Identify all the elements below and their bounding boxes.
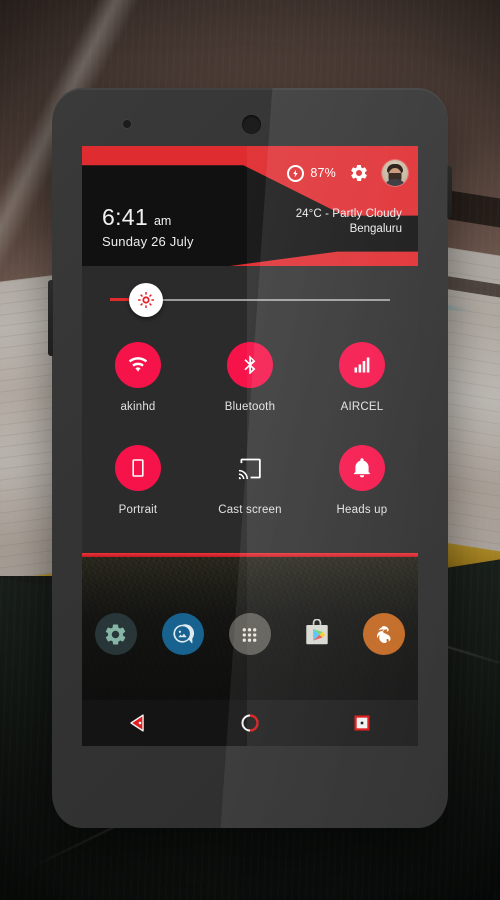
dock-play-bg — [296, 613, 338, 655]
tile-signal-label: AIRCEL — [340, 401, 384, 413]
home-dock — [82, 592, 418, 676]
dock-item-play-store[interactable] — [284, 613, 351, 655]
cell-signal-icon — [354, 357, 370, 373]
play-store-icon — [306, 619, 328, 645]
dock-drawer-bg — [228, 613, 271, 655]
dock-item-settings[interactable] — [82, 613, 149, 655]
weather-widget[interactable]: 24°C - Partly Cloudy Bengaluru — [296, 208, 402, 235]
shade-handle-bar[interactable] — [82, 553, 418, 557]
tile-bluetooth-circle — [226, 342, 273, 388]
tile-cast-label: Cast screen — [218, 504, 282, 516]
dock-item-app-drawer[interactable] — [216, 613, 283, 655]
status-row: 87% — [287, 160, 408, 186]
tile-headsup-label: Heads up — [336, 504, 388, 516]
tile-cast[interactable]: Cast screen — [194, 435, 306, 516]
clock-ampm-label: am — [153, 214, 172, 228]
bluetooth-icon — [244, 355, 256, 374]
tile-bluetooth[interactable]: Bluetooth — [194, 332, 306, 413]
tile-wifi[interactable]: akinhd — [82, 332, 194, 413]
uc-browser-icon — [376, 625, 391, 643]
tile-signal-circle — [338, 342, 385, 388]
tile-wifi-label: akinhd — [120, 401, 156, 413]
battery-percent-label: 87% — [310, 166, 336, 180]
power-button[interactable] — [447, 166, 452, 218]
earpiece-speaker-icon — [242, 115, 261, 134]
dock-gallery-bg — [161, 613, 204, 655]
brightness-slider[interactable] — [82, 278, 418, 322]
nav-recents-button[interactable] — [306, 712, 418, 734]
settings-button[interactable] — [349, 163, 369, 183]
wifi-icon — [128, 357, 148, 372]
tile-row-2: Portrait Cast screen Heads up — [82, 435, 418, 516]
dock-settings-bg — [94, 613, 137, 655]
clock-time-row: 6:41 am — [102, 204, 194, 231]
nav-home-button[interactable] — [194, 712, 306, 734]
phone-screen: 87% 6:41 am Sunday 26 July 24°C - Partly… — [82, 146, 418, 746]
tile-rotation-label: Portrait — [118, 504, 158, 516]
tile-headsup-circle — [338, 445, 385, 491]
gear-icon — [105, 623, 126, 645]
weather-city-label: Bengaluru — [349, 223, 402, 235]
tile-rotation-circle — [114, 445, 161, 491]
quick-settings-tiles: akinhd Bluetooth AIRCEL Portrait Cast sc… — [82, 332, 418, 516]
tile-cast-circle — [227, 445, 273, 491]
clock-time-label: 6:41 — [102, 204, 148, 230]
dock-uc-bg — [363, 613, 406, 655]
app-drawer-icon — [243, 627, 257, 642]
quick-settings-shade: 87% 6:41 am Sunday 26 July 24°C - Partly… — [82, 146, 418, 557]
tile-row-1: akinhd Bluetooth AIRCEL — [82, 332, 418, 413]
cast-screen-icon — [239, 458, 262, 479]
tile-headsup[interactable]: Heads up — [306, 435, 418, 516]
volume-rocker[interactable] — [48, 280, 53, 356]
tile-signal[interactable]: AIRCEL — [306, 332, 418, 413]
dock-item-gallery[interactable] — [149, 613, 216, 655]
tile-wifi-circle — [114, 342, 161, 388]
tile-rotation[interactable]: Portrait — [82, 435, 194, 516]
dock-item-uc-browser[interactable] — [351, 613, 418, 655]
nav-back-button[interactable] — [82, 712, 194, 734]
avatar-body — [384, 179, 406, 186]
battery-charging-icon — [287, 164, 305, 182]
photo-bubble-icon — [173, 623, 195, 643]
navigation-bar — [82, 700, 418, 746]
clock-widget[interactable]: 6:41 am Sunday 26 July — [102, 204, 194, 249]
recents-square-icon — [354, 715, 370, 731]
brightness-thumb[interactable] — [129, 283, 163, 317]
clock-date-label: Sunday 26 July — [102, 234, 194, 249]
brightness-icon — [138, 292, 154, 308]
front-camera-icon — [123, 120, 131, 128]
bell-icon — [353, 458, 370, 478]
battery-status: 87% — [287, 164, 336, 182]
bolt-glyph — [293, 169, 299, 177]
back-triangle-icon — [130, 714, 144, 732]
user-avatar[interactable] — [382, 160, 408, 186]
weather-temperature-label: 24°C - Partly Cloudy — [295, 208, 402, 220]
home-circle-icon — [241, 714, 259, 732]
shade-header: 87% 6:41 am Sunday 26 July 24°C - Partly… — [82, 146, 418, 266]
phone-device: 87% 6:41 am Sunday 26 July 24°C - Partly… — [48, 88, 452, 828]
tile-bluetooth-label: Bluetooth — [224, 401, 276, 413]
gear-icon — [351, 164, 367, 182]
portrait-icon — [132, 459, 144, 477]
